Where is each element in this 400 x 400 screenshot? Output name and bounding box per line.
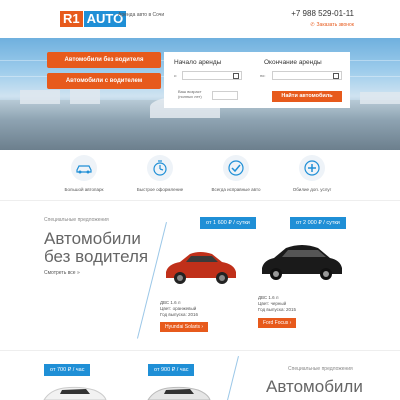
price-tag: от 700 ₽ / час [44,364,91,376]
divider [0,350,400,351]
divider [0,200,400,201]
car-year: Год выпуска: 2016 [160,312,199,317]
calendar-icon[interactable] [333,73,339,79]
rental-search-form: Начало аренды Окончание аренды с: по: Ва… [164,52,350,108]
feature-fast: Быстрое оформление [120,155,200,192]
car-icon [71,155,97,181]
tagline: Аренда авто в Сочи [118,12,165,18]
model-label: Ford Focus [263,320,289,326]
site-header: R1 AUTO Аренда авто в Сочи +7 988 529-01… [0,0,400,38]
no-driver-button[interactable]: Автомобили без водителя [47,52,161,68]
section-kicker: Специальные предложения [288,366,353,372]
no-driver-section: Специальные предложения Автомобили без в… [0,202,400,350]
model-label: Hyundai Solaris [165,324,201,330]
model-button-ford[interactable]: Ford Focus › [258,318,297,328]
feature-label: Всегда исправные авто [211,187,261,192]
car-year: Год выпуска: 2015 [258,307,297,312]
feature-label: Быстрое оформление [136,187,184,192]
section-title-line2: без водителя [44,247,149,266]
with-driver-section: от 700 ₽ / час от 900 ₽ / час Специальны… [0,352,400,400]
section-title-line1: Автомобили [44,229,141,248]
car-specs: ДВС 1.6 л Цвет: оранжевый Год выпуска: 2… [160,300,198,318]
callback-link[interactable]: ✆ Заказать звонок [310,22,354,28]
callback-label: Заказать звонок [316,22,354,28]
start-date-input[interactable] [182,71,242,80]
calendar-icon[interactable] [233,73,239,79]
car-image-ford [262,245,342,280]
section-kicker: Специальные предложения [44,217,109,223]
with-driver-button[interactable]: Автомобили с водителем [47,73,161,89]
find-car-button[interactable]: Найти автомобиль [272,91,342,102]
feature-fleet: Большой автопарк [44,155,124,192]
age-input[interactable] [212,91,238,100]
section-title-line1: Автомобили [266,377,363,396]
checkmark-icon [223,155,249,181]
stopwatch-icon [147,155,173,181]
car-specs: ДВС 1.6 л Цвет: черный Год выпуска: 2015 [258,295,296,313]
end-date-label: Окончание аренды [264,59,322,66]
logo-r1: R1 [60,11,83,27]
see-all-link[interactable]: Смотреть все » [44,270,80,276]
car-image-white [43,386,107,400]
phone-number[interactable]: +7 988 529-01-11 [291,9,354,18]
feature-reliable: Всегда исправные авто [196,155,276,192]
price-tag: от 2 000 ₽ / сутки [290,217,346,229]
price-tag: от 1 600 ₽ / сутки [200,217,256,229]
feature-services: Обилие доп. услуг [272,155,352,192]
end-date-input[interactable] [272,71,342,80]
plus-icon [299,155,325,181]
age-label: Ваш возраст (полных лет) [178,89,202,99]
model-button-hyundai[interactable]: Hyundai Solaris › [160,322,209,332]
to-prefix: по: [260,73,266,78]
car-image-hyundai [166,252,236,284]
car-image-silver [147,386,211,400]
price-tag: от 900 ₽ / час [148,364,195,376]
from-prefix: с: [174,73,178,78]
decor-line [225,356,239,400]
start-date-label: Начало аренды [174,59,222,66]
feature-label: Обилие доп. услуг [292,187,332,192]
feature-label: Большой автопарк [64,187,104,192]
logo[interactable]: R1 AUTO [60,11,127,27]
phone-icon: ✆ [310,22,315,28]
features-row: Большой автопарк Быстрое оформление Всег… [0,150,400,200]
hero-banner: Автомобили без водителя Автомобили с вод… [0,38,400,150]
